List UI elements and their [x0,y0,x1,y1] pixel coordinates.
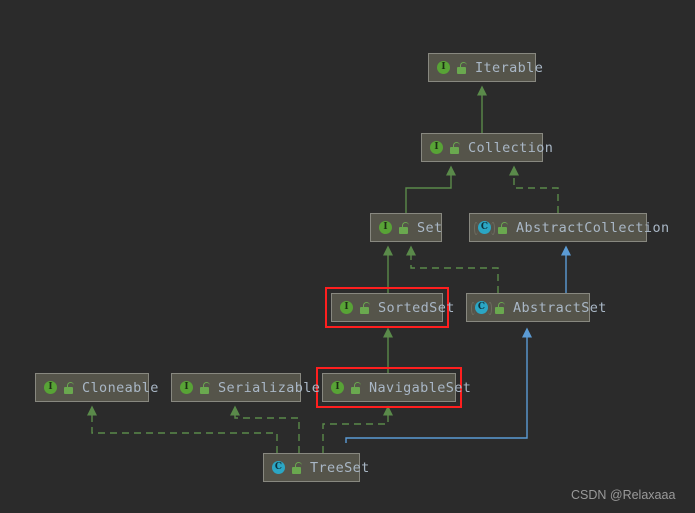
unlocked-padlock-icon [497,221,508,234]
class-node-label: AbstractCollection [516,219,670,236]
class-node-label: Collection [468,139,554,156]
unlocked-padlock-icon [359,301,370,314]
interface-icon: I [179,380,194,395]
edge-abstractcollection-to-collection [509,165,559,213]
watermark-text: CSDN @Relaxaaa [571,488,676,502]
class-node-label: Cloneable [82,379,159,396]
unlocked-padlock-icon [199,381,210,394]
class-node-label: NavigableSet [369,379,472,396]
class-node-label: Set [417,219,443,236]
class-node-sortedset[interactable]: I SortedSet [331,293,454,322]
edge-treeset-to-navigableset [322,405,393,453]
interface-icon: I [436,60,451,75]
class-node-collection[interactable]: I Collection [421,133,553,162]
class-node-abstractcollection[interactable]: C AbstractCollection [469,213,669,242]
class-node-label: TreeSet [310,459,370,476]
unlocked-padlock-icon [63,381,74,394]
class-node-set[interactable]: I Set [370,213,442,242]
class-node-label: SortedSet [378,299,455,316]
unlocked-padlock-icon [350,381,361,394]
interface-icon: I [43,380,58,395]
class-icon: C [271,460,286,475]
unlocked-padlock-icon [449,141,460,154]
class-node-serializable[interactable]: I Serializable [171,373,320,402]
edge-set-to-collection [405,165,456,213]
class-node-treeset[interactable]: C TreeSet [263,453,369,482]
unlocked-padlock-icon [494,301,505,314]
unlocked-padlock-icon [398,221,409,234]
class-node-iterable[interactable]: I Iterable [428,53,543,82]
interface-icon: I [429,140,444,155]
unlocked-padlock-icon [456,61,467,74]
class-node-navigableset[interactable]: I NavigableSet [322,373,471,402]
edge-treeset-to-cloneable [87,405,278,453]
edge-layer [87,85,571,453]
unlocked-padlock-icon [291,461,302,474]
interface-icon: I [330,380,345,395]
edge-abstractset-to-set [406,245,499,293]
interface-icon: I [378,220,393,235]
uml-class-diagram-canvas: I Iterable I Collection I Set C Abstract… [0,0,695,513]
abstract-class-icon: C [474,220,495,235]
interface-icon: I [339,300,354,315]
class-node-abstractset[interactable]: C AbstractSet [466,293,606,322]
class-node-label: Iterable [475,59,544,76]
class-node-label: AbstractSet [513,299,607,316]
class-node-label: Serializable [218,379,321,396]
abstract-class-icon: C [471,300,492,315]
class-node-cloneable[interactable]: I Cloneable [35,373,158,402]
